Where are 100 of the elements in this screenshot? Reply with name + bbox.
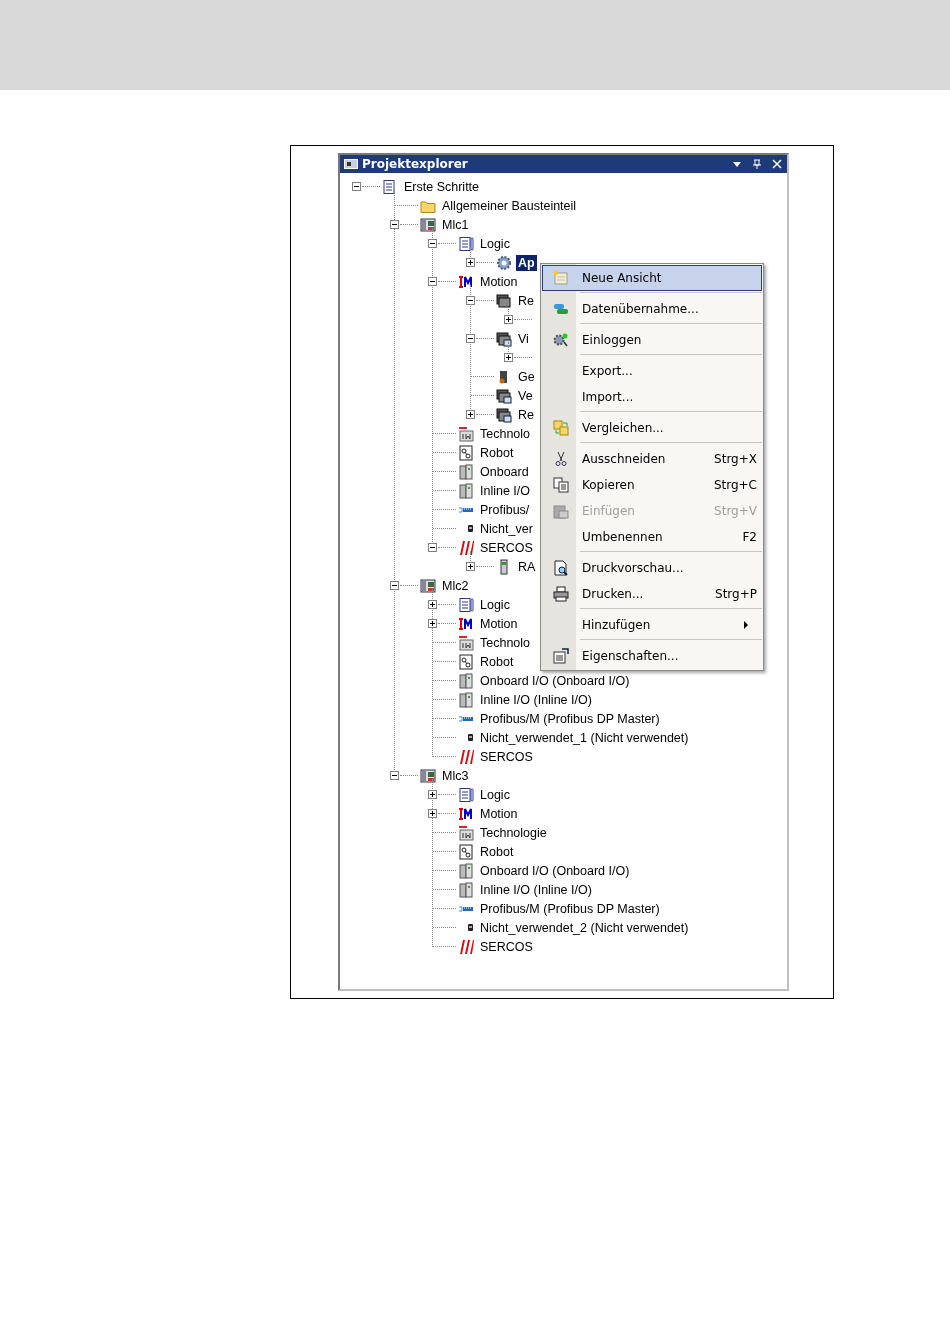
tree-item[interactable]: Profibus/ <box>478 501 532 518</box>
io-module-icon <box>458 672 474 689</box>
tree-item[interactable]: Vi <box>516 330 531 347</box>
shortcut-label: Strg+P <box>714 587 758 601</box>
tree-item[interactable]: SERCOS <box>478 748 535 765</box>
document-icon <box>458 786 474 803</box>
compare-icon <box>552 420 569 436</box>
tree-item[interactable]: Nicht_verwendet_1 (Nicht verwendet) <box>478 729 691 746</box>
tree-item[interactable]: Mlc2 <box>440 577 471 594</box>
window-title: Projektexplorer <box>362 157 468 171</box>
new-view-icon <box>552 270 569 286</box>
tree-item[interactable]: Mlc3 <box>440 767 471 784</box>
tree-item[interactable]: Logic <box>478 596 512 613</box>
tree-item[interactable]: Inline I/O (Inline I/O) <box>478 881 594 898</box>
menu-item[interactable]: Hinzufügen <box>542 612 762 638</box>
tree-item[interactable]: Profibus/M (Profibus DP Master) <box>478 900 662 917</box>
tree-item[interactable]: Logic <box>478 235 512 252</box>
tree-item[interactable]: Onboard I/O (Onboard I/O) <box>478 672 632 689</box>
menu-item[interactable]: Ausschneiden Strg+X <box>542 446 762 472</box>
tree-item[interactable]: Logic <box>478 786 512 803</box>
collapse-icon[interactable] <box>390 220 399 229</box>
menu-item[interactable]: Drucken... Strg+P <box>542 581 762 607</box>
menu-item[interactable]: Vergleichen... <box>542 415 762 441</box>
expand-icon[interactable] <box>428 619 437 628</box>
collapse-icon[interactable] <box>428 239 437 248</box>
tree-item[interactable]: Erste Schritte <box>402 178 482 195</box>
collapse-icon[interactable] <box>466 334 475 343</box>
drive-icon <box>496 387 512 404</box>
expand-icon[interactable] <box>466 562 475 571</box>
pin-icon[interactable] <box>751 158 763 170</box>
tree-item[interactable]: Allgemeiner Bausteinteil <box>440 197 579 214</box>
collapse-icon[interactable] <box>466 296 475 305</box>
collapse-icon[interactable] <box>390 771 399 780</box>
plug-icon <box>467 923 474 932</box>
tree-item[interactable]: RA <box>516 558 538 575</box>
tree-item[interactable]: Motion <box>478 273 520 290</box>
expand-icon[interactable] <box>504 315 513 324</box>
document-icon <box>382 178 398 195</box>
collapse-icon[interactable] <box>428 277 437 286</box>
tree-item[interactable]: Onboard I/O (Onboard I/O) <box>478 862 632 879</box>
motion-logo-icon <box>458 615 474 632</box>
tree-item[interactable]: Mlc1 <box>440 216 471 233</box>
tree-item[interactable]: SERCOS <box>478 938 535 955</box>
tree-item[interactable]: Technolo <box>478 425 533 442</box>
shortcut-label: F2 <box>741 530 758 544</box>
menu-item[interactable]: Export... <box>542 358 762 384</box>
menu-item[interactable]: Neue Ansicht <box>542 265 762 291</box>
properties-icon <box>552 648 569 664</box>
plug-icon <box>467 733 474 742</box>
gears-icon <box>552 332 569 348</box>
menu-item[interactable]: Einloggen <box>542 327 762 353</box>
tree-item[interactable]: Nicht_ver <box>478 520 535 537</box>
motion-logo-icon <box>458 805 474 822</box>
tree-item[interactable]: SERCOS <box>478 539 535 556</box>
tree-item[interactable]: Ge <box>516 368 537 385</box>
copy-icon <box>552 477 569 493</box>
menu-item[interactable]: Druckvorschau... <box>542 555 762 581</box>
tree-item[interactable]: Profibus/M (Profibus DP Master) <box>478 710 662 727</box>
scissors-icon <box>552 451 569 467</box>
tree-item[interactable]: Inline I/O (Inline I/O) <box>478 691 594 708</box>
collapse-icon[interactable] <box>352 182 361 191</box>
shortcut-label: Strg+C <box>712 478 758 492</box>
tree-item[interactable]: Technologie <box>478 824 549 841</box>
menu-item[interactable]: Umbenennen F2 <box>542 524 762 550</box>
tree-item[interactable]: Robot <box>478 843 516 860</box>
bus-icon <box>458 715 474 722</box>
expand-icon[interactable] <box>466 258 475 267</box>
tree-item[interactable]: Technolo <box>478 634 533 651</box>
io-module-icon <box>458 691 474 708</box>
menu-item[interactable]: Import... <box>542 384 762 410</box>
menu-item[interactable]: Kopieren Strg+C <box>542 472 762 498</box>
robot-icon <box>458 653 474 670</box>
close-icon[interactable] <box>771 158 783 170</box>
tree-item[interactable]: Motion <box>478 615 520 632</box>
menu-item[interactable]: Datenübernahme... <box>542 296 762 322</box>
tree-item[interactable]: Re <box>516 406 536 423</box>
tree-item[interactable]: Robot <box>478 444 516 461</box>
tree-item[interactable]: Robot <box>478 653 516 670</box>
collapse-icon[interactable] <box>428 543 437 552</box>
plug-icon <box>467 524 474 533</box>
tree-item[interactable]: Re <box>516 292 536 309</box>
tree-item[interactable]: Onboard <box>478 463 531 480</box>
tree-item[interactable]: Nicht_verwendet_2 (Nicht verwendet) <box>478 919 691 936</box>
collapse-icon[interactable] <box>390 581 399 590</box>
expand-icon[interactable] <box>428 600 437 609</box>
tree-item[interactable]: Motion <box>478 805 520 822</box>
expand-icon[interactable] <box>504 353 513 362</box>
expand-icon[interactable] <box>428 790 437 799</box>
io-module-icon <box>458 482 474 499</box>
tree-item[interactable]: Inline I/O <box>478 482 533 499</box>
document-icon <box>458 235 474 252</box>
io-module-icon <box>458 862 474 879</box>
expand-icon[interactable] <box>428 809 437 818</box>
tree-item[interactable]: Ve <box>516 387 535 404</box>
tree-item[interactable]: Ap <box>516 254 537 271</box>
clipboard-icon <box>552 503 569 519</box>
bus-icon <box>458 506 474 513</box>
expand-icon[interactable] <box>466 410 475 419</box>
motion-logo-icon <box>458 273 474 290</box>
menu-item[interactable]: Eigenschaften... <box>542 643 762 669</box>
